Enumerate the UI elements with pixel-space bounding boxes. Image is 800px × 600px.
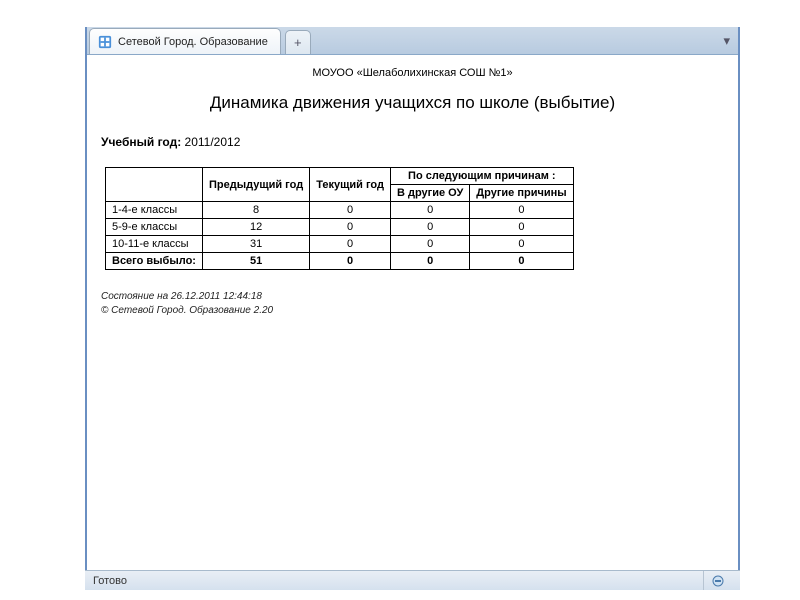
status-bar: Готово	[85, 570, 740, 590]
cell-curr: 0	[310, 236, 391, 253]
cell-prev: 31	[202, 236, 309, 253]
page-title: Динамика движения учащихся по школе (выб…	[101, 93, 724, 113]
table-row: 5-9-е классы 12 0 0 0	[106, 219, 574, 236]
status-segment	[703, 571, 732, 590]
plus-icon: +	[294, 36, 302, 49]
col-reason-other: Другие причины	[470, 185, 573, 202]
cell-prev: 8	[202, 202, 309, 219]
total-curr: 0	[310, 253, 391, 270]
academic-year-line: Учебный год: 2011/2012	[101, 135, 724, 149]
row-label: 10-11-е классы	[106, 236, 203, 253]
col-prev-year: Предыдущий год	[202, 168, 309, 202]
table-total-row: Всего выбыло: 51 0 0 0	[106, 253, 574, 270]
browser-window: Сетевой Город. Образование + ▾ МОУОО «Ше…	[85, 27, 740, 572]
organization-name: МОУОО «Шелаболихинская СОШ №1»	[101, 67, 724, 79]
cell-reason2: 0	[470, 236, 573, 253]
col-reasons-group: По следующим причинам :	[390, 168, 573, 185]
status-text: Готово	[93, 575, 127, 587]
cell-prev: 12	[202, 219, 309, 236]
total-reason1: 0	[390, 253, 469, 270]
tabs-overflow-button[interactable]: ▾	[715, 27, 738, 54]
col-reason-other-school: В другие ОУ	[390, 185, 469, 202]
table-row: 10-11-е классы 31 0 0 0	[106, 236, 574, 253]
cell-reason2: 0	[470, 219, 573, 236]
table-header-row: Предыдущий год Текущий год По следующим …	[106, 168, 574, 185]
cell-reason1: 0	[390, 219, 469, 236]
cell-reason1: 0	[390, 236, 469, 253]
total-reason2: 0	[470, 253, 573, 270]
tab-strip: Сетевой Город. Образование + ▾	[87, 27, 738, 55]
row-label: 1-4-е классы	[106, 202, 203, 219]
globe-icon	[98, 35, 112, 49]
row-label: 5-9-е классы	[106, 219, 203, 236]
cell-curr: 0	[310, 202, 391, 219]
col-empty	[106, 168, 203, 202]
cell-curr: 0	[310, 219, 391, 236]
table-row: 1-4-е классы 8 0 0 0	[106, 202, 574, 219]
tab-title: Сетевой Город. Образование	[118, 36, 268, 48]
cell-reason1: 0	[390, 202, 469, 219]
col-curr-year: Текущий год	[310, 168, 391, 202]
total-label: Всего выбыло:	[106, 253, 203, 270]
state-timestamp: Состояние на 26.12.2011 12:44:18	[101, 290, 724, 304]
cell-reason2: 0	[470, 202, 573, 219]
page-content: МОУОО «Шелаболихинская СОШ №1» Динамика …	[87, 55, 738, 326]
total-prev: 51	[202, 253, 309, 270]
new-tab-button[interactable]: +	[285, 30, 311, 54]
tab-active[interactable]: Сетевой Город. Образование	[89, 28, 281, 54]
year-label: Учебный год:	[101, 135, 181, 149]
footer-note: Состояние на 26.12.2011 12:44:18 © Сетев…	[101, 290, 724, 318]
chevron-down-icon: ▾	[723, 33, 730, 49]
copyright-line: © Сетевой Город. Образование 2.20	[101, 304, 724, 318]
page-zone-icon	[712, 575, 724, 587]
year-value: 2011/2012	[185, 135, 241, 149]
movement-table: Предыдущий год Текущий год По следующим …	[105, 167, 574, 270]
